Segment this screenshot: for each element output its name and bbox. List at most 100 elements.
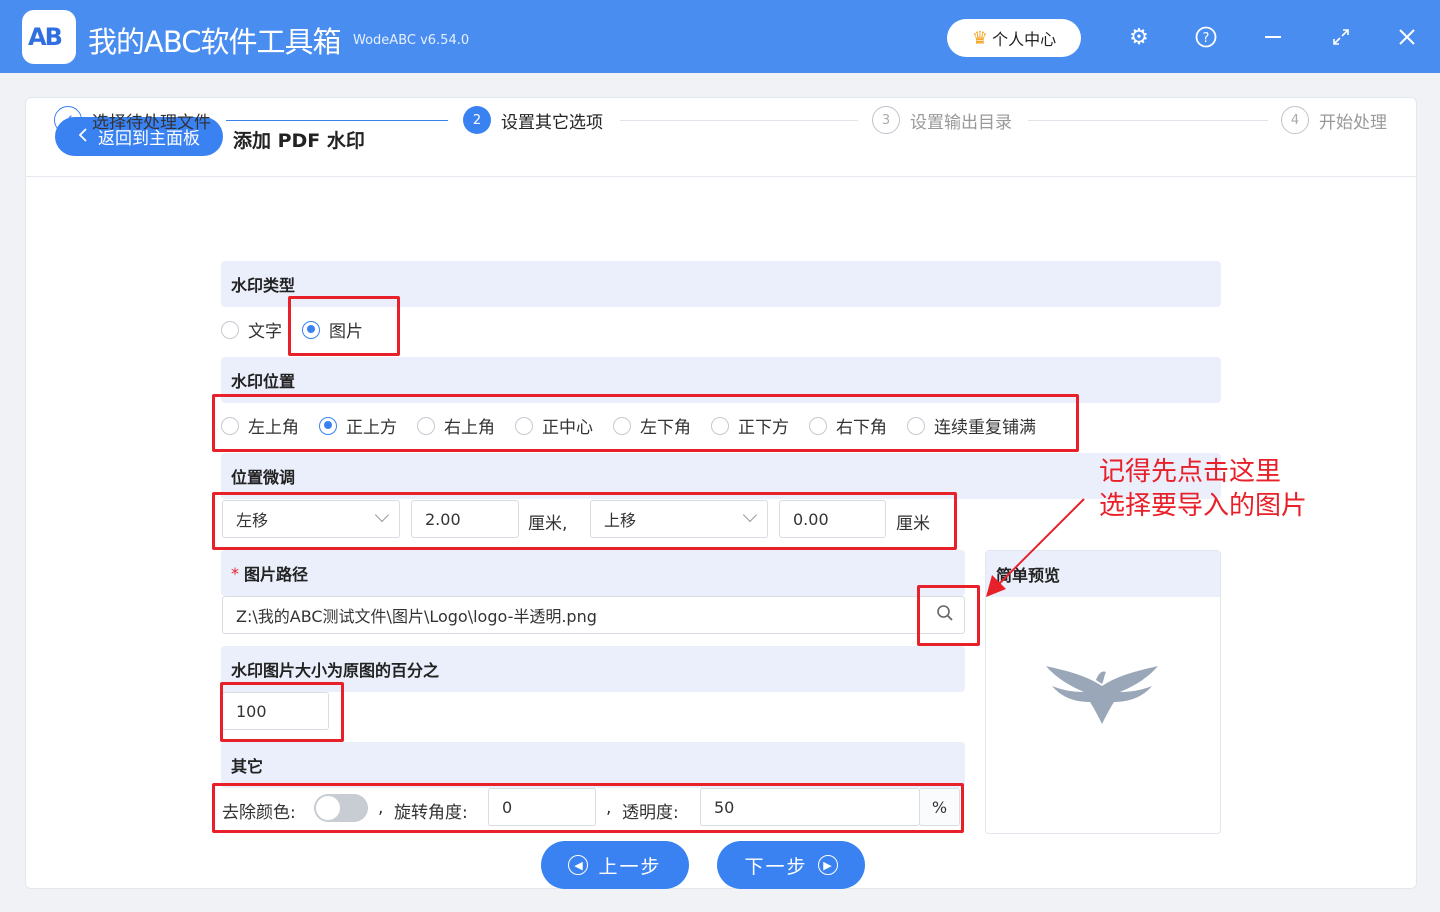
separator: , xyxy=(606,798,612,818)
remove-color-label: 去除颜色: xyxy=(222,803,296,823)
radio-indicator xyxy=(613,416,631,435)
chevron-down-icon xyxy=(374,507,390,523)
check-icon: ✓ xyxy=(54,106,82,134)
step-label: 设置输出目录 xyxy=(910,112,1012,133)
radio-top-center[interactable]: 正上方 xyxy=(319,413,397,438)
app-logo-text: AB xyxy=(28,23,63,51)
user-center-label: 个人中心 xyxy=(992,30,1057,49)
remove-color-toggle[interactable] xyxy=(314,794,368,822)
select-value: 上移 xyxy=(604,511,637,530)
input-value: 2.00 xyxy=(425,509,461,529)
rotation-input[interactable]: 0 xyxy=(488,788,596,826)
chevron-down-icon xyxy=(742,507,758,523)
maximize-icon[interactable] xyxy=(1326,22,1356,52)
radio-label: 文字 xyxy=(248,322,282,342)
watermark-position-options: 左上角 正上方 右上角 正中心 左下角 正下方 右下角 连续重复铺满 xyxy=(221,413,1036,438)
opacity-label: 透明度: xyxy=(622,803,679,823)
opacity-input[interactable]: 50 xyxy=(700,788,920,826)
input-value: Z:\我的ABC测试文件\图片\Logo\logo-半透明.png xyxy=(236,607,597,626)
fine-tune-heading: 位置微调 xyxy=(221,453,1221,499)
image-path-input[interactable]: Z:\我的ABC测试文件\图片\Logo\logo-半透明.png xyxy=(222,596,965,634)
radio-indicator xyxy=(907,416,925,435)
radio-center[interactable]: 正中心 xyxy=(515,413,593,438)
annotation-note: 记得先点击这里 选择要导入的图片 xyxy=(1099,455,1307,523)
input-value: 50 xyxy=(714,797,735,817)
rotation-label: 旋转角度: xyxy=(394,803,468,823)
unit-label: 厘米 xyxy=(896,514,930,534)
next-step-button[interactable]: 下一步 ▶ xyxy=(717,841,865,889)
radio-top-left[interactable]: 左上角 xyxy=(221,413,299,438)
step-start-processing: 4 开始处理 xyxy=(1281,106,1387,134)
separator: , xyxy=(378,798,384,818)
horizontal-offset-input[interactable]: 2.00 xyxy=(411,500,519,538)
radio-top-right[interactable]: 右上角 xyxy=(417,413,495,438)
percent-suffix: % xyxy=(919,788,960,826)
step-connector xyxy=(226,120,448,121)
arrow-right-icon: ▶ xyxy=(817,855,838,875)
size-percent-input[interactable]: 100 xyxy=(222,692,329,730)
radio-indicator-selected xyxy=(302,320,320,339)
radio-tile-repeat[interactable]: 连续重复铺满 xyxy=(907,413,1036,438)
radio-indicator xyxy=(711,416,729,435)
step-connector xyxy=(1028,120,1268,121)
unit-label: % xyxy=(931,797,948,817)
help-icon[interactable]: ? xyxy=(1191,22,1221,52)
button-label: 下一步 xyxy=(744,855,808,878)
minimize-icon[interactable] xyxy=(1258,22,1288,52)
eagle-logo-preview xyxy=(1044,656,1160,730)
step-select-files: ✓ 选择待处理文件 xyxy=(54,106,211,134)
watermark-type-options: 文字 图片 xyxy=(221,317,363,342)
radio-label: 右下角 xyxy=(836,418,887,438)
radio-indicator xyxy=(221,416,239,435)
radio-label: 左下角 xyxy=(640,418,691,438)
radio-label: 连续重复铺满 xyxy=(934,418,1036,438)
radio-label: 图片 xyxy=(329,322,363,342)
radio-label: 正中心 xyxy=(542,418,593,438)
vertical-offset-input[interactable]: 0.00 xyxy=(779,500,886,538)
radio-label: 正下方 xyxy=(738,418,789,438)
step-label: 设置其它选项 xyxy=(501,112,603,133)
search-icon xyxy=(936,604,954,626)
radio-indicator xyxy=(515,416,533,435)
radio-indicator-selected xyxy=(319,416,337,435)
input-value: 0 xyxy=(502,797,513,817)
radio-text[interactable]: 文字 xyxy=(221,317,282,342)
horizontal-direction-select[interactable]: 左移 xyxy=(222,500,400,538)
close-icon[interactable] xyxy=(1392,22,1422,52)
vertical-direction-select[interactable]: 上移 xyxy=(590,500,768,538)
settings-gear-icon[interactable]: ⚙ xyxy=(1124,22,1154,52)
input-value: 0.00 xyxy=(793,509,829,529)
previous-step-button[interactable]: ◀ 上一步 xyxy=(541,841,689,889)
browse-image-button[interactable] xyxy=(926,596,964,634)
arrow-left-icon: ◀ xyxy=(568,855,589,875)
svg-text:?: ? xyxy=(1203,31,1210,46)
step-output-dir: 3 设置输出目录 xyxy=(872,106,1012,134)
watermark-type-heading: 水印类型 xyxy=(221,261,1221,307)
image-path-heading-label: 图片路径 xyxy=(244,565,309,584)
radio-label: 左上角 xyxy=(248,418,299,438)
app-logo: AB xyxy=(22,10,76,64)
radio-indicator xyxy=(809,416,827,435)
radio-indicator xyxy=(221,320,239,339)
user-center-button[interactable]: ♛ 个人中心 xyxy=(947,19,1081,57)
other-heading: 其它 xyxy=(221,742,965,788)
watermark-position-heading: 水印位置 xyxy=(221,357,1221,403)
radio-label: 正上方 xyxy=(346,418,397,438)
annotation-arrow-icon xyxy=(986,498,1085,597)
app-title: 我的ABC软件工具箱 xyxy=(88,25,341,59)
radio-bottom-center[interactable]: 正下方 xyxy=(711,413,789,438)
radio-bottom-left[interactable]: 左下角 xyxy=(613,413,691,438)
input-value: 100 xyxy=(236,701,267,721)
size-percent-heading: 水印图片大小为原图的百分之 xyxy=(221,646,965,692)
radio-image[interactable]: 图片 xyxy=(302,317,363,342)
annotation-line: 记得先点击这里 xyxy=(1099,457,1282,487)
unit-label: 厘米, xyxy=(528,514,568,534)
image-path-heading: * 图片路径 xyxy=(221,550,965,596)
step-number: 3 xyxy=(872,106,900,134)
step-connector xyxy=(620,120,858,121)
radio-bottom-right[interactable]: 右下角 xyxy=(809,413,887,438)
select-value: 左移 xyxy=(236,511,269,530)
panel-header: 返回到主面板 添加 PDF 水印 xyxy=(26,98,1416,177)
step-label: 选择待处理文件 xyxy=(92,112,211,133)
title-bar: AB 我的ABC软件工具箱 WodeABC v6.54.0 ♛ 个人中心 ⚙ ? xyxy=(0,0,1440,73)
